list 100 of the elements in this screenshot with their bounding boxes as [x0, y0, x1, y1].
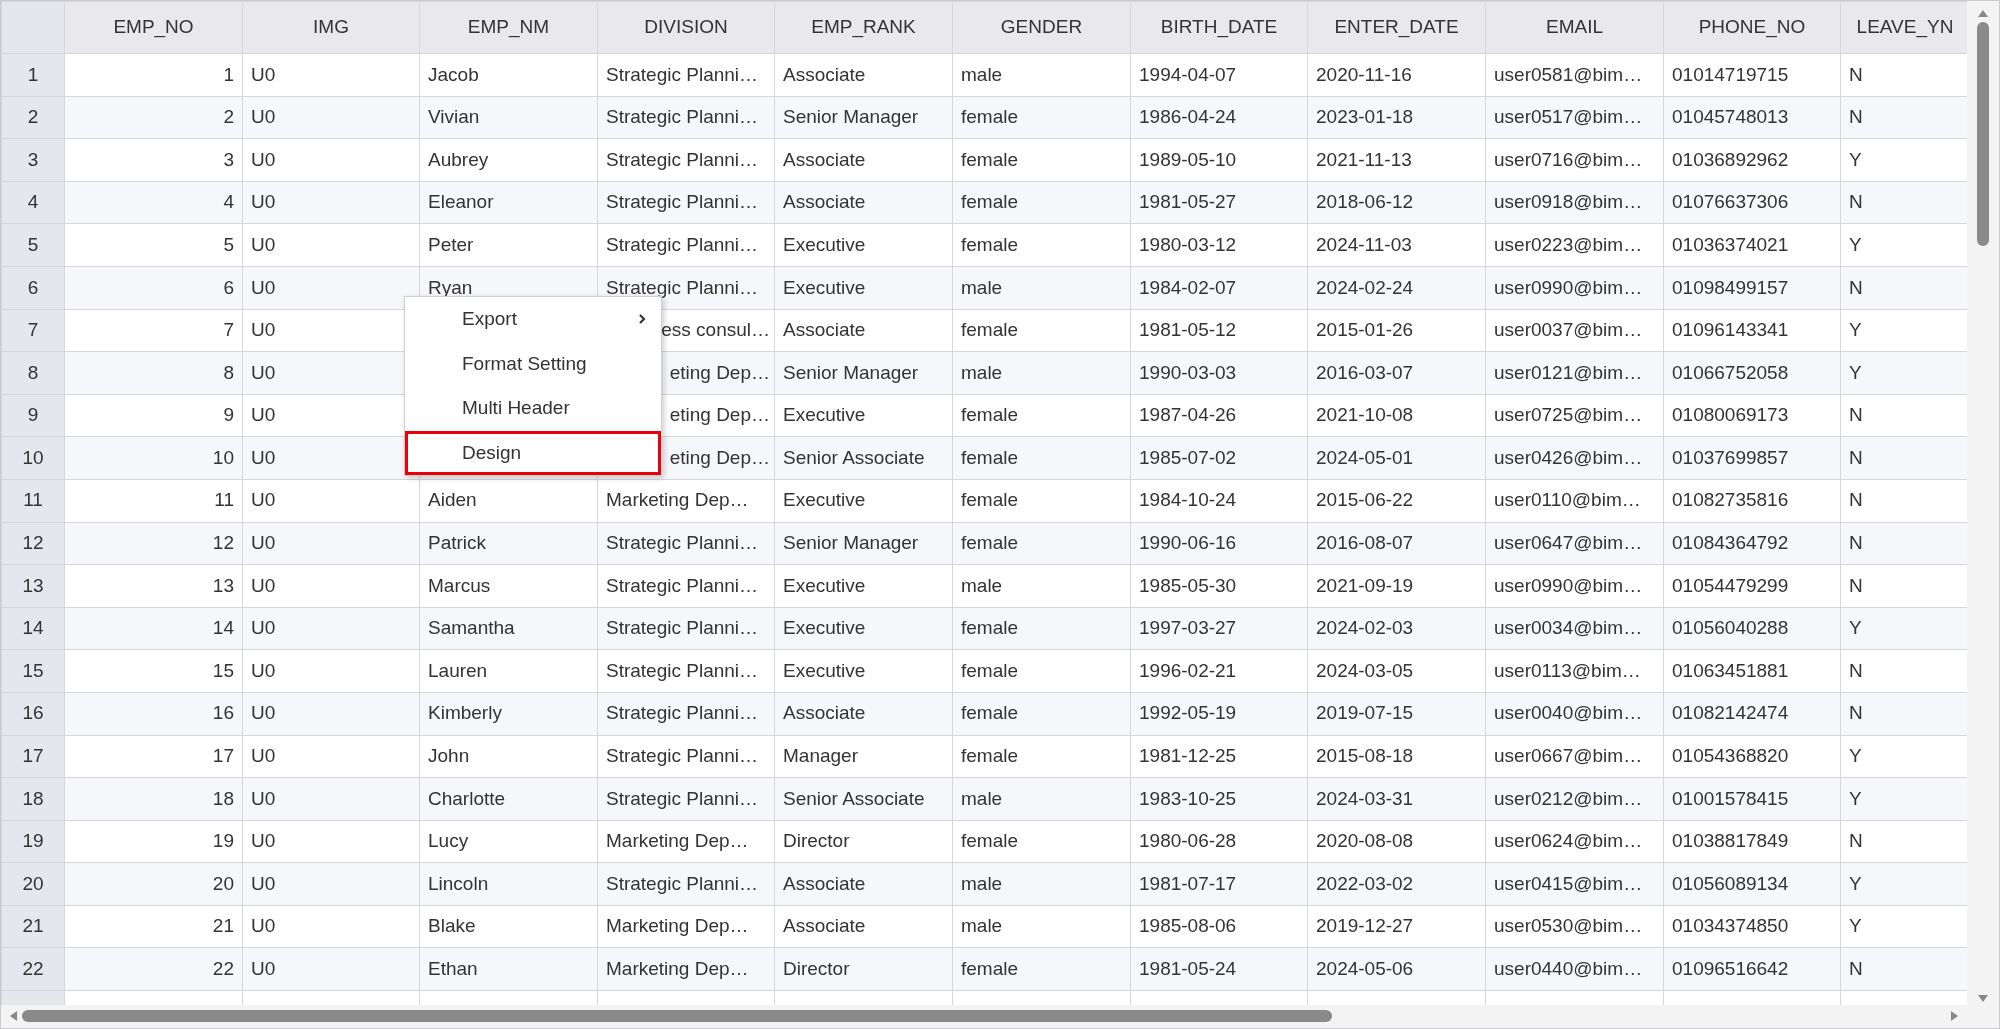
table-cell: Senior Associate	[774, 436, 953, 480]
row-number: 1	[1, 53, 65, 97]
table-cell: 1996-02-21	[1130, 649, 1308, 693]
table-cell: Strategic Planni…	[597, 735, 775, 778]
table-cell: Eleanor	[419, 181, 598, 224]
table-cell: 01084364792	[1663, 522, 1841, 565]
scroll-left-icon[interactable]	[9, 1010, 18, 1023]
table-cell: U0	[242, 607, 420, 650]
table-cell: N	[1840, 181, 1968, 224]
table-cell: Aubrey	[419, 138, 598, 182]
table-cell: John	[419, 735, 598, 778]
table-cell: Marcus	[419, 564, 598, 608]
table-cell: 2021-09-19	[1307, 564, 1486, 608]
table-cell: user0223@bim…	[1485, 223, 1664, 267]
table-cell: 16	[64, 692, 243, 735]
table-cell: 20	[64, 862, 243, 906]
column-header[interactable]: LEAVE_YN	[1840, 1, 1968, 54]
table-cell: male	[952, 564, 1131, 608]
table-cell: Lauren	[419, 649, 598, 693]
table-cell: male	[952, 905, 1131, 948]
table-cell: user0440@bim…	[1485, 947, 1664, 991]
table-cell: Associate	[774, 309, 953, 352]
table-cell: 01045748013	[1663, 96, 1841, 139]
column-header[interactable]: PHONE_NO	[1663, 1, 1841, 54]
table-cell: 2024-02-24	[1307, 266, 1486, 310]
row-number: 6	[1, 266, 65, 310]
table-cell: 2015-01-26	[1307, 309, 1486, 352]
table-cell: Strategic Planni…	[597, 649, 775, 693]
table-cell: Executive	[774, 649, 953, 693]
table-cell: 2023-01-18	[1307, 96, 1486, 139]
table-cell: male	[952, 351, 1131, 395]
column-header[interactable]: BIRTH_DATE	[1130, 1, 1308, 54]
row-number: 17	[1, 735, 65, 778]
table-cell: Associate	[774, 181, 953, 224]
table-cell: 5	[64, 223, 243, 267]
column-header[interactable]: ENTER_DATE	[1307, 1, 1486, 54]
table-cell: U0	[242, 266, 420, 310]
table-cell: user0121@bim…	[1485, 351, 1664, 395]
table-cell: 01098499157	[1663, 266, 1841, 310]
column-header[interactable]: DIVISION	[597, 1, 775, 54]
table-cell: 13	[64, 564, 243, 608]
column-header[interactable]: EMP_NM	[419, 1, 598, 54]
table-cell: 1986-04-24	[1130, 96, 1308, 139]
table-cell: 1997-03-27	[1130, 607, 1308, 650]
table-cell: Director	[774, 947, 953, 991]
table-cell: user0624@bim…	[1485, 820, 1664, 863]
table-cell: user0725@bim…	[1485, 394, 1664, 437]
table-cell: Strategic Planni…	[597, 53, 775, 97]
table-cell: Strategic Planni…	[597, 777, 775, 821]
table-cell: 01036892962	[1663, 138, 1841, 182]
row-number: 22	[1, 947, 65, 991]
scroll-right-icon[interactable]	[1950, 1010, 1959, 1023]
table-cell: 21	[64, 905, 243, 948]
scrollbar-thumb[interactable]	[1977, 22, 1989, 246]
table-cell: Strategic Planni…	[597, 96, 775, 139]
column-header[interactable]: EMP_NO	[64, 1, 243, 54]
column-header[interactable]: IMG	[242, 1, 420, 54]
table-cell: 1981-05-24	[1130, 947, 1308, 991]
table-cell: 01014719715	[1663, 53, 1841, 97]
table-cell: Associate	[774, 862, 953, 906]
table-cell: 2024-05-06	[1307, 947, 1486, 991]
table-cell: Strategic Planni…	[597, 692, 775, 735]
row-number: 20	[1, 862, 65, 906]
table-cell: Blake	[419, 905, 598, 948]
table-cell: 2019-07-15	[1307, 692, 1486, 735]
scroll-up-icon[interactable]	[1977, 9, 1989, 18]
column-header[interactable]: GENDER	[952, 1, 1131, 54]
table-cell: U0	[242, 53, 420, 97]
table-cell: 1984-02-07	[1130, 266, 1308, 310]
table-cell: user0034@bim…	[1485, 607, 1664, 650]
table-cell: 01038817849	[1663, 820, 1841, 863]
table-cell: Senior Manager	[774, 351, 953, 395]
table-cell: 11	[64, 479, 243, 523]
table-cell: user0530@bim…	[1485, 905, 1664, 948]
table-cell: male	[952, 53, 1131, 97]
table-cell: 2	[64, 96, 243, 139]
table-cell: 2020-08-08	[1307, 820, 1486, 863]
row-number: 11	[1, 479, 65, 523]
vertical-scrollbar[interactable]	[1967, 1, 1999, 1005]
table-cell: 1983-10-25	[1130, 777, 1308, 821]
horizontal-scrollbar[interactable]	[1, 1004, 1999, 1028]
table-cell: U0	[242, 181, 420, 224]
scrollbar-thumb[interactable]	[22, 1010, 1332, 1023]
table-cell: U0	[242, 96, 420, 139]
table-cell: 2020-11-16	[1307, 53, 1486, 97]
menu-item[interactable]: Design	[405, 430, 661, 475]
row-number: 10	[1, 436, 65, 480]
table-cell: Associate	[774, 905, 953, 948]
table-cell: 2019-12-27	[1307, 905, 1486, 948]
table-cell: 01082142474	[1663, 692, 1841, 735]
table-cell: female	[952, 820, 1131, 863]
table-cell: Peter	[419, 223, 598, 267]
row-number: 19	[1, 820, 65, 863]
table-cell: 2024-02-03	[1307, 607, 1486, 650]
table-cell: Lincoln	[419, 862, 598, 906]
table-cell: user0647@bim…	[1485, 522, 1664, 565]
table-cell: 1985-08-06	[1130, 905, 1308, 948]
column-header[interactable]: EMP_RANK	[774, 1, 953, 54]
table-cell: 01063451881	[1663, 649, 1841, 693]
column-header[interactable]: EMAIL	[1485, 1, 1664, 54]
